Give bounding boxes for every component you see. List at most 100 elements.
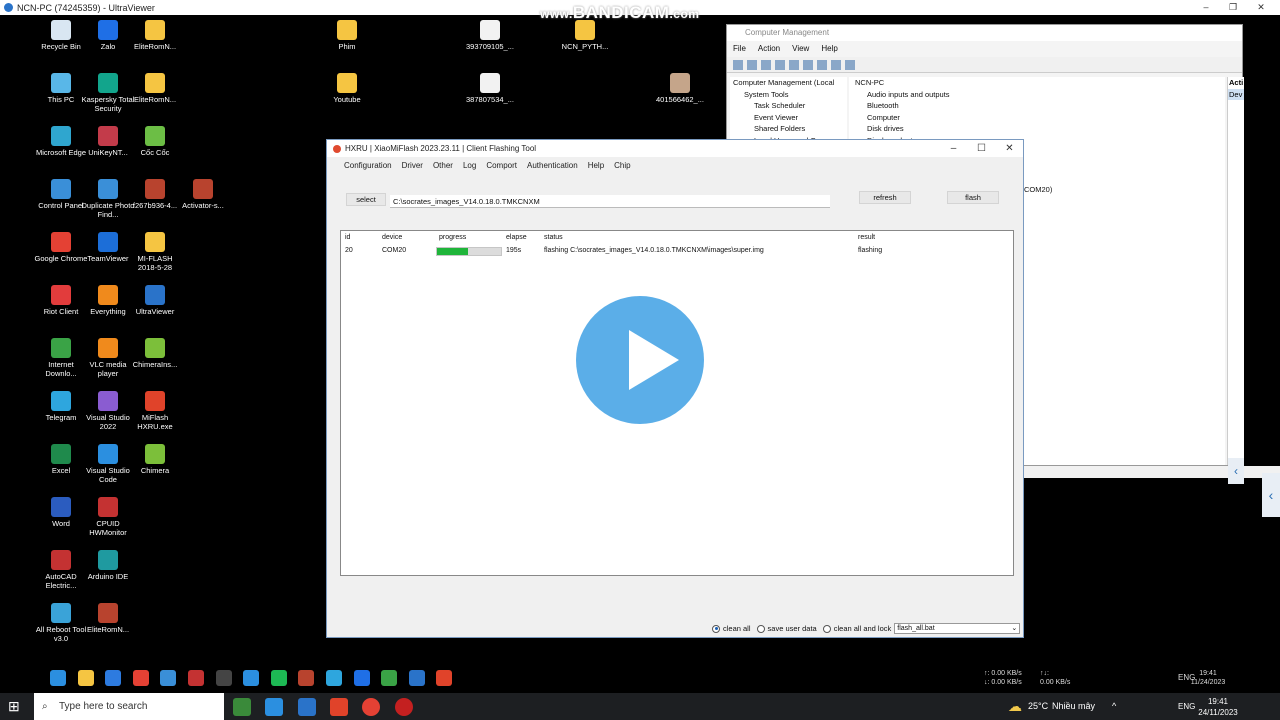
desktop-icon[interactable]: Internet Downlo... xyxy=(34,338,88,378)
help-icon[interactable] xyxy=(803,60,813,70)
monitor-icon[interactable] xyxy=(845,60,855,70)
remote-taskbar-app-icon[interactable] xyxy=(298,670,315,686)
remote-taskbar-app-icon[interactable] xyxy=(215,670,232,686)
desktop-icon[interactable]: TeamViewer xyxy=(81,232,135,263)
tray-overflow-icon[interactable]: ^ xyxy=(1112,693,1116,720)
menu-other[interactable]: Other xyxy=(428,157,458,174)
desktop-icon[interactable]: Control Panel xyxy=(34,179,88,210)
remote-taskbar-app-icon[interactable] xyxy=(77,670,94,686)
image-path-field[interactable]: C:\socrates_images_V14.0.18.0.TMKCNXM xyxy=(390,195,830,208)
menu-configuration[interactable]: Configuration xyxy=(339,157,397,174)
desktop-icon[interactable]: f267b936-4... xyxy=(128,179,182,210)
remote-taskbar-app-icon[interactable] xyxy=(50,670,66,686)
desktop-icon[interactable]: Duplicate Photo Find... xyxy=(81,179,135,219)
ultraviewer-task-icon[interactable] xyxy=(298,698,316,716)
remote-taskbar-app-icon[interactable] xyxy=(132,670,149,686)
desktop-icon[interactable]: 387807534_... xyxy=(463,73,517,104)
desktop-icon[interactable]: MI-FLASH 2018-5-28 xyxy=(128,232,182,272)
cm-tree-task-scheduler[interactable]: Task Scheduler xyxy=(730,100,847,112)
device-bluetooth[interactable]: Bluetooth xyxy=(849,100,1225,112)
desktop-icon[interactable]: Recycle Bin xyxy=(34,20,88,51)
remote-taskbar-app-icon[interactable] xyxy=(381,670,398,686)
menu-log[interactable]: Log xyxy=(458,157,481,174)
cm-tree-event-viewer[interactable]: Event Viewer xyxy=(730,112,847,124)
desktop-icon[interactable]: Word xyxy=(34,497,88,528)
remote-taskbar-app-icon[interactable] xyxy=(326,670,342,686)
desktop-icon[interactable]: Activator-s... xyxy=(176,179,230,210)
remote-taskbar-app-icon[interactable] xyxy=(408,670,425,686)
device-computer[interactable]: Computer xyxy=(849,112,1225,124)
desktop-icon[interactable]: Everything xyxy=(81,285,135,316)
remote-taskbar-app-icon[interactable] xyxy=(243,670,260,686)
desktop-icon[interactable]: Visual Studio Code xyxy=(81,444,135,484)
export-icon[interactable] xyxy=(831,60,841,70)
remote-taskbar-app-icon[interactable] xyxy=(436,670,453,686)
script-select[interactable]: flash_all.bat ⌄ xyxy=(894,623,1021,634)
desktop-icon[interactable]: Microsoft Edge xyxy=(34,126,88,157)
desktop-icon[interactable]: Arduino IDE xyxy=(81,550,135,581)
desktop-icon[interactable]: Riot Client xyxy=(34,285,88,316)
clean-all-lock-radio[interactable] xyxy=(822,624,831,633)
desktop-icon[interactable]: Phim xyxy=(320,20,374,51)
desktop-icon[interactable]: 393709105_... xyxy=(463,20,517,51)
flash-maximize-button[interactable]: ☐ xyxy=(967,140,996,157)
clean-all-radio[interactable] xyxy=(712,624,720,633)
cm-menu-action[interactable]: Action xyxy=(758,41,780,57)
weather-temp[interactable]: 25°C xyxy=(1028,693,1048,720)
desktop-icon[interactable]: This PC xyxy=(34,73,88,104)
chrome-task-icon[interactable] xyxy=(362,698,380,716)
menu-driver[interactable]: Driver xyxy=(397,157,428,174)
device-root[interactable]: NCN-PC xyxy=(849,77,1225,89)
up-icon[interactable] xyxy=(761,60,771,70)
back-icon[interactable] xyxy=(733,60,743,70)
desktop-icon[interactable]: Google Chrome xyxy=(34,232,88,263)
flash-minimize-button[interactable]: – xyxy=(939,140,968,157)
desktop-icon[interactable]: NCN_PYTH... xyxy=(558,20,612,51)
properties-icon[interactable] xyxy=(789,60,799,70)
side-panel-toggle-icon[interactable]: ‹ xyxy=(1262,473,1280,517)
whatsapp-icon[interactable] xyxy=(233,698,251,716)
maximize-button[interactable]: ❐ xyxy=(1220,0,1246,15)
desktop-icon[interactable]: All Reboot Tool v3.0 xyxy=(34,603,88,643)
taskbar-search[interactable]: ⌕ Type here to search xyxy=(34,693,224,720)
desktop-icon[interactable]: Visual Studio 2022 xyxy=(81,391,135,431)
miflash-task-icon[interactable] xyxy=(330,698,348,716)
desktop-icon[interactable]: CPUID HWMonitor xyxy=(81,497,135,537)
desktop-icon[interactable]: Telegram xyxy=(34,391,88,422)
device-audio[interactable]: Audio inputs and outputs xyxy=(849,89,1225,101)
desktop-icon[interactable]: Zalo xyxy=(81,20,135,51)
desktop-icon[interactable]: EliteRomN... xyxy=(128,20,182,51)
video-play-button[interactable] xyxy=(566,286,714,434)
cm-menu-view[interactable]: View xyxy=(792,41,809,57)
select-button[interactable]: select xyxy=(346,193,386,206)
desktop-icon[interactable]: Chimera xyxy=(128,444,182,475)
desktop-icon[interactable]: Excel xyxy=(34,444,88,475)
menu-chip[interactable]: Chip xyxy=(609,157,635,174)
remote-taskbar-app-icon[interactable] xyxy=(188,670,204,686)
desktop-icon[interactable]: UltraViewer xyxy=(128,285,182,316)
menu-comport[interactable]: Comport xyxy=(481,157,522,174)
desktop-icon[interactable]: UniKeyNT... xyxy=(81,126,135,157)
desktop-icon[interactable]: ChimeraIns... xyxy=(128,338,182,369)
menu-help[interactable]: Help xyxy=(583,157,609,174)
weather-icon[interactable]: ☁ xyxy=(1008,693,1022,720)
desktop-icon[interactable]: Kaspersky Total Security xyxy=(81,73,135,113)
desktop-icon[interactable]: 401566462_... xyxy=(653,73,707,104)
show-tree-icon[interactable] xyxy=(775,60,785,70)
refresh-icon[interactable] xyxy=(817,60,827,70)
menu-authentication[interactable]: Authentication xyxy=(522,157,583,174)
remote-taskbar-app-icon[interactable] xyxy=(160,670,177,686)
actions-item[interactable]: Dev xyxy=(1228,88,1244,100)
remote-taskbar-app-icon[interactable] xyxy=(105,670,122,686)
desktop-icon[interactable]: VLC media player xyxy=(81,338,135,378)
remote-taskbar-app-icon[interactable] xyxy=(353,670,370,686)
desktop-icon[interactable]: AutoCAD Electric... xyxy=(34,550,88,590)
cm-menu-help[interactable]: Help xyxy=(821,41,837,57)
chevron-left-icon[interactable]: ‹ xyxy=(1228,458,1244,484)
cm-tree-shared-folders[interactable]: Shared Folders xyxy=(730,123,847,135)
forward-icon[interactable] xyxy=(747,60,757,70)
save-user-data-radio[interactable] xyxy=(756,624,765,633)
bandicam-record-icon[interactable] xyxy=(395,698,413,716)
desktop-icon[interactable]: EliteRomN... xyxy=(81,603,135,634)
minimize-button[interactable]: – xyxy=(1193,0,1219,15)
